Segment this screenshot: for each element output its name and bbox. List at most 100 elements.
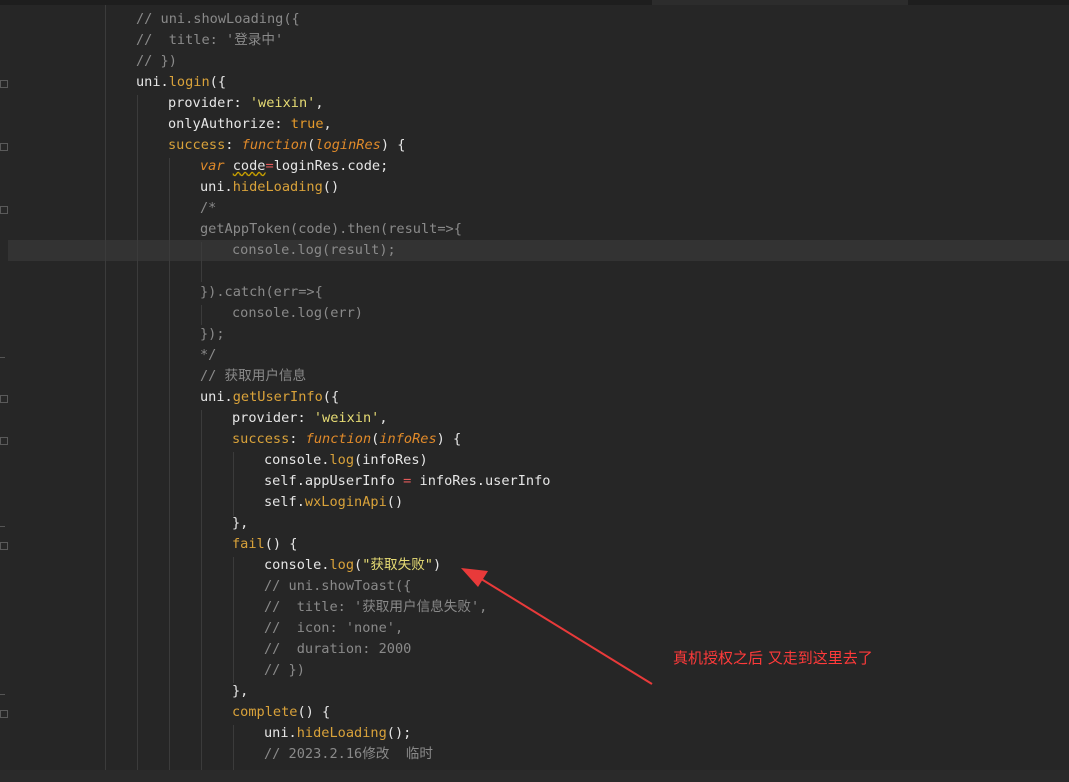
fold-toggle-icon[interactable]: [0, 542, 8, 550]
code-line-28: // uni.showToast({: [264, 576, 411, 597]
code-line-2: // title: '登录中': [136, 30, 283, 51]
comment: // uni.showLoading({: [136, 11, 300, 27]
param-token: loginRes: [315, 137, 381, 153]
code-token: :: [289, 431, 306, 447]
fold-toggle-icon[interactable]: [0, 80, 8, 88]
code-line-26: fail() {: [232, 534, 298, 555]
code-line-31: // duration: 2000: [264, 639, 411, 660]
code-line-21: success: function(infoRes) {: [232, 429, 461, 450]
code-line-5: provider: 'weixin',: [168, 93, 324, 114]
fold-end-marker: [0, 694, 5, 695]
code-line-12: console.log(result);: [232, 240, 396, 261]
code-line-24: self.wxLoginApi(): [264, 492, 403, 513]
comment: /*: [200, 200, 217, 216]
code-token: ,: [315, 95, 324, 111]
string-token: "获取失败": [362, 557, 433, 573]
code-line-8: var code=loginRes.code;: [200, 156, 388, 177]
code-token: (: [354, 557, 363, 573]
code-line-35: uni.hideLoading();: [264, 723, 411, 744]
method-token: wxLoginApi: [304, 494, 387, 510]
code-line-18: // 获取用户信息: [200, 366, 306, 387]
comment: });: [200, 326, 225, 342]
property-token: fail: [232, 536, 265, 552]
code-token: ): [432, 557, 442, 573]
comment: }).catch(err=>{: [200, 284, 323, 300]
code-line-36: // 2023.2.16修改 临时: [264, 744, 433, 765]
property-token: success: [168, 137, 226, 153]
fold-end-marker: [0, 357, 5, 358]
code-line-25: },: [232, 513, 248, 534]
method-token: hideLoading: [296, 725, 387, 741]
method-token: log: [329, 557, 355, 573]
comment: // }): [264, 662, 305, 678]
code-line-15: console.log(err): [232, 303, 363, 324]
annotation-text: 真机授权之后 又走到这里去了: [673, 649, 873, 667]
code-token: ({: [209, 74, 227, 90]
code-line-4: uni.login({: [136, 72, 226, 93]
comment: // }): [136, 53, 177, 69]
code-token: loginRes.code;: [273, 158, 389, 174]
code-token: () {: [264, 536, 298, 552]
method-token: log: [329, 452, 355, 468]
code-token: ({: [322, 389, 340, 405]
warning-token: code: [232, 158, 266, 174]
code-line-9: uni.hideLoading(): [200, 177, 339, 198]
code-token: (infoRes): [354, 452, 428, 468]
code-line-11: getAppToken(code).then(result=>{: [200, 219, 462, 240]
horizontal-scrollbar[interactable]: [0, 770, 1069, 782]
code-token: self.appUserInfo: [264, 473, 404, 489]
code-token: console.: [264, 452, 330, 468]
fold-toggle-icon[interactable]: [0, 206, 8, 214]
code-line-6: onlyAuthorize: true,: [168, 114, 332, 135]
param-token: infoRes: [379, 431, 437, 447]
operator-token: =: [265, 158, 274, 174]
comment: // uni.showToast({: [264, 578, 412, 594]
comment: */: [200, 347, 217, 363]
code-line-23: self.appUserInfo = infoRes.userInfo: [264, 471, 550, 492]
fold-toggle-icon[interactable]: [0, 143, 8, 151]
code-token: ) {: [380, 137, 406, 153]
code-token: console.: [264, 557, 330, 573]
code-editor[interactable]: // uni.showLoading({ // title: '登录中' // …: [10, 5, 1069, 782]
code-token: ();: [386, 725, 412, 741]
keyword-token: var: [200, 158, 225, 174]
code-token: provider:: [168, 95, 250, 111]
code-token: uni.: [264, 725, 297, 741]
comment: // title: '登录中': [136, 32, 284, 48]
fold-toggle-icon[interactable]: [0, 395, 8, 403]
comment: console.log(err): [232, 305, 363, 321]
code-line-22: console.log(infoRes): [264, 450, 428, 471]
code-token: },: [232, 683, 249, 699]
code-line-27: console.log("获取失败"): [264, 555, 441, 576]
code-token: infoRes.userInfo: [411, 473, 551, 489]
code-line-1: // uni.showLoading({: [136, 9, 300, 30]
comment: // 获取用户信息: [200, 368, 307, 384]
code-line-29: // title: '获取用户信息失败',: [264, 597, 487, 618]
code-line-19: uni.getUserInfo({: [200, 387, 339, 408]
code-token: provider:: [232, 410, 314, 426]
code-line-34: complete() {: [232, 702, 330, 723]
fold-toggle-icon[interactable]: [0, 710, 8, 718]
code-token: self.: [264, 494, 305, 510]
comment: // duration: 2000: [264, 641, 412, 657]
code-token: :: [225, 137, 242, 153]
comment: // 2023.2.16修改 临时: [264, 746, 433, 762]
code-line-32: // }): [264, 660, 305, 681]
code-token: ) {: [436, 431, 462, 447]
code-token: onlyAuthorize:: [168, 116, 291, 132]
code-token: uni.: [200, 389, 233, 405]
comment: // icon: 'none',: [264, 620, 404, 636]
code-token: uni.: [136, 74, 169, 90]
code-token: () {: [297, 704, 331, 720]
method-token: hideLoading: [232, 179, 323, 195]
code-line-7: success: function(loginRes) {: [168, 135, 405, 156]
code-line-16: });: [200, 324, 225, 345]
string-token: 'weixin': [249, 95, 316, 111]
fold-end-marker: [0, 526, 5, 527]
fold-toggle-icon[interactable]: [0, 437, 8, 445]
string-token: 'weixin': [313, 410, 380, 426]
method-token: login: [168, 74, 210, 90]
comment: // title: '获取用户信息失败',: [264, 599, 488, 615]
code-line-20: provider: 'weixin',: [232, 408, 388, 429]
